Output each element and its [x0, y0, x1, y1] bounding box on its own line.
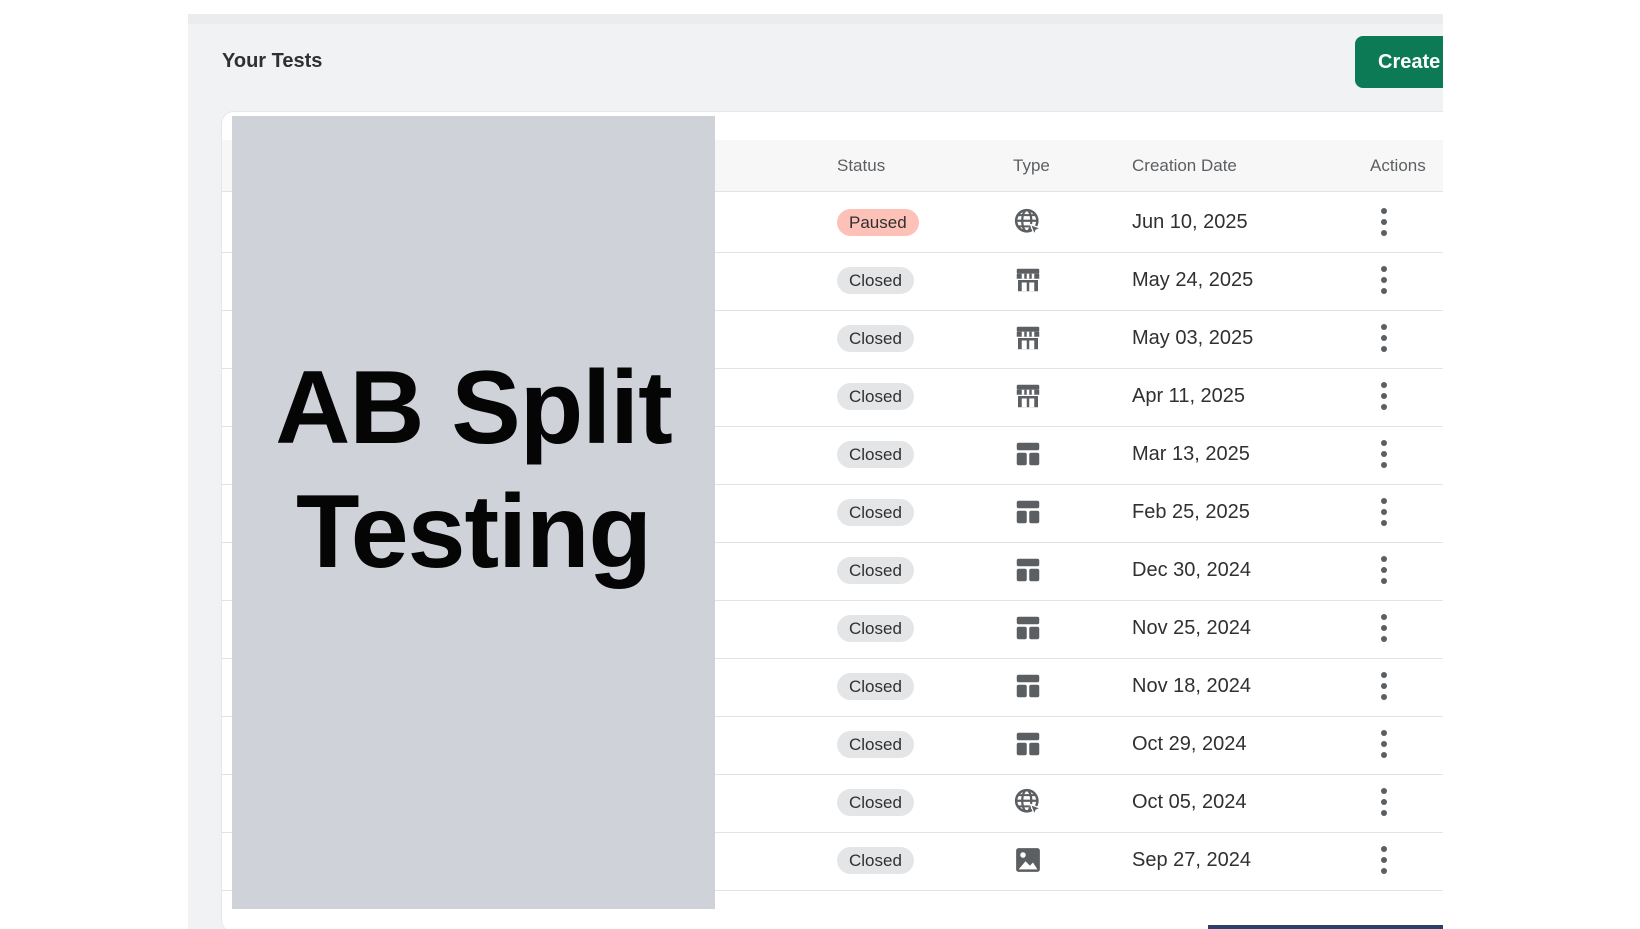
creation-date: Sep 27, 2024: [1132, 849, 1251, 871]
creation-date: May 24, 2025: [1132, 269, 1254, 291]
page-layout-icon: [1013, 729, 1043, 759]
creation-date: Nov 25, 2024: [1132, 617, 1251, 639]
column-header-actions: Actions: [1370, 156, 1426, 175]
page-layout-icon: [1013, 497, 1043, 527]
creation-date: May 03, 2025: [1132, 327, 1254, 349]
overlay-title: AB Split Testing: [275, 350, 672, 590]
storefront-icon: [1013, 381, 1043, 411]
creation-date: Dec 30, 2024: [1132, 559, 1251, 581]
storefront-icon: [1013, 323, 1043, 353]
page-layout-icon: [1013, 613, 1043, 643]
more-actions-icon[interactable]: [1372, 552, 1396, 588]
page-layout-icon: [1013, 439, 1043, 469]
more-actions-icon[interactable]: [1372, 726, 1396, 762]
status-badge: Closed: [837, 615, 914, 642]
page-layout-icon: [1013, 671, 1043, 701]
column-header-type[interactable]: Type: [1013, 140, 1050, 192]
image-icon: [1013, 845, 1043, 875]
status-badge: Closed: [837, 557, 914, 584]
more-actions-icon[interactable]: [1372, 668, 1396, 704]
status-badge: Closed: [837, 731, 914, 758]
column-header-creation-date[interactable]: Creation Date: [1132, 140, 1237, 192]
creation-date: Apr 11, 2025: [1132, 385, 1246, 407]
status-badge: Closed: [837, 383, 914, 410]
creation-date: Oct 05, 2024: [1132, 791, 1247, 813]
more-actions-icon[interactable]: [1372, 204, 1396, 240]
more-actions-icon[interactable]: [1372, 494, 1396, 530]
status-badge: Closed: [837, 267, 914, 294]
more-actions-icon[interactable]: [1372, 378, 1396, 414]
status-badge: Closed: [837, 789, 914, 816]
more-actions-icon[interactable]: [1372, 610, 1396, 646]
more-actions-icon[interactable]: [1372, 842, 1396, 878]
more-actions-icon[interactable]: [1372, 262, 1396, 298]
top-strip: [188, 14, 1443, 24]
globe-cursor-icon: [1013, 787, 1043, 817]
creation-date: Mar 13, 2025: [1132, 443, 1250, 465]
page-layout-icon: [1013, 555, 1043, 585]
creation-date: Nov 18, 2024: [1132, 675, 1251, 697]
column-header-status[interactable]: Status: [837, 140, 885, 192]
more-actions-icon[interactable]: [1372, 436, 1396, 472]
creation-date: Oct 29, 2024: [1132, 733, 1247, 755]
creation-date: Jun 10, 2025: [1132, 211, 1248, 233]
status-badge: Closed: [837, 673, 914, 700]
footer-accent-line: [1208, 925, 1443, 929]
status-badge: Closed: [837, 441, 914, 468]
more-actions-icon[interactable]: [1372, 784, 1396, 820]
globe-cursor-icon: [1013, 207, 1043, 237]
title-overlay-panel: AB Split Testing: [232, 116, 715, 909]
status-badge: Closed: [837, 847, 914, 874]
status-badge: Closed: [837, 325, 914, 352]
creation-date: Feb 25, 2025: [1132, 501, 1250, 523]
more-actions-icon[interactable]: [1372, 320, 1396, 356]
create-test-button[interactable]: Create: [1355, 36, 1443, 88]
status-badge: Closed: [837, 499, 914, 526]
page-title: Your Tests: [222, 50, 323, 72]
status-badge: Paused: [837, 209, 919, 236]
storefront-icon: [1013, 265, 1043, 295]
